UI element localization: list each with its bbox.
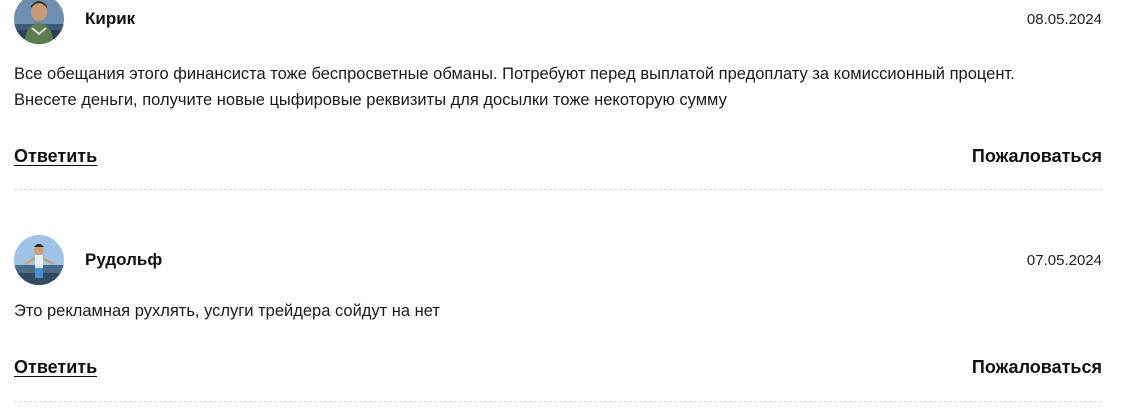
comment-item: Кирик 08.05.2024 Все обещания этого фина… (14, 0, 1102, 190)
comment-actions: Ответить Пожаловаться (14, 357, 1102, 381)
comment-date: 08.05.2024 (1026, 11, 1102, 28)
comment-item: Рудольф 07.05.2024 Это рекламная рухлять… (14, 235, 1102, 402)
comment-text: Все обещания этого финансиста тоже беспр… (14, 61, 1102, 113)
comment-author: Кирик (85, 9, 136, 28)
comments-list: Кирик 08.05.2024 Все обещания этого фина… (0, 0, 1126, 414)
comment-header: Рудольф 07.05.2024 (14, 235, 1102, 285)
avatar[interactable] (14, 235, 64, 285)
reply-link[interactable]: Ответить (14, 146, 97, 167)
avatar-photo-icon (14, 0, 64, 44)
comment-divider (14, 401, 1102, 402)
reply-link[interactable]: Ответить (14, 357, 97, 378)
comment-text-line: Все обещания этого финансиста тоже беспр… (14, 65, 1015, 83)
comment-text-line: Это рекламная рухлять, услуги трейдера с… (14, 302, 440, 320)
comment-header: Кирик 08.05.2024 (14, 0, 1102, 44)
complain-link[interactable]: Пожаловаться (972, 357, 1102, 378)
complain-link[interactable]: Пожаловаться (972, 146, 1102, 167)
comment-text-line: Внесете деньги, получите новые цыфировые… (14, 91, 727, 109)
comment-date: 07.05.2024 (1026, 252, 1102, 269)
comment-divider (14, 189, 1102, 190)
comment-text: Это рекламная рухлять, услуги трейдера с… (14, 298, 1102, 324)
comment-actions: Ответить Пожаловаться (14, 146, 1102, 170)
avatar[interactable] (14, 0, 64, 44)
comment-author: Рудольф (85, 250, 163, 269)
avatar-photo-icon (14, 235, 64, 285)
